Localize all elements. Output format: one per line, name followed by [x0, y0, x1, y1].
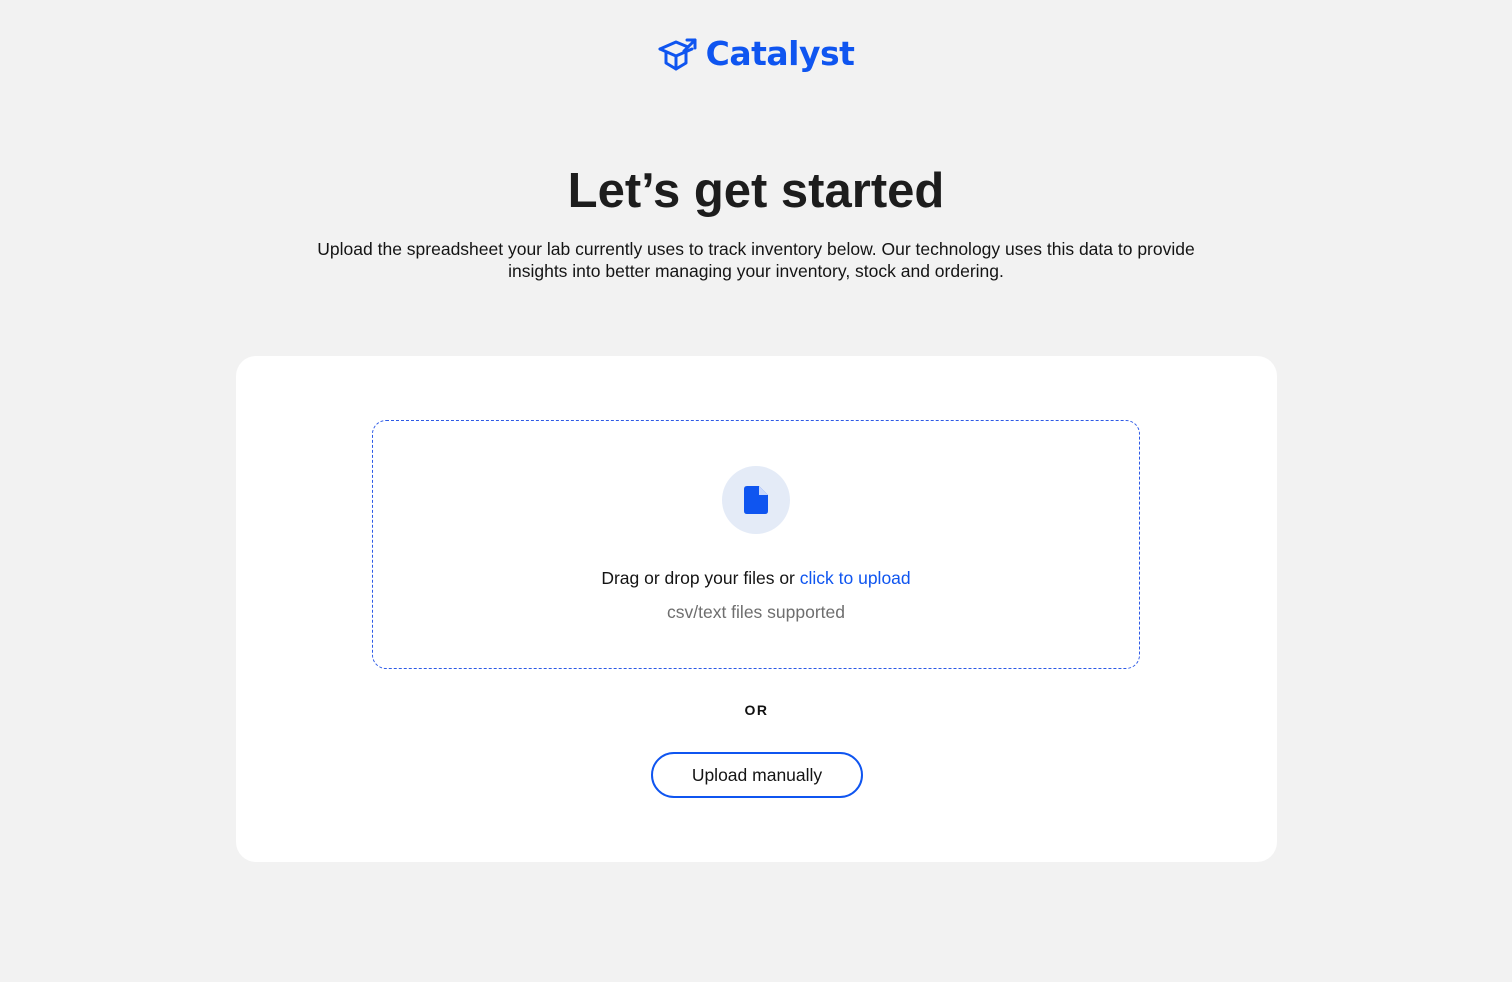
drop-prompt: Drag or drop your files or	[601, 568, 800, 588]
upload-manually-button[interactable]: Upload manually	[651, 752, 863, 798]
upload-card: Drag or drop your files or click to uplo…	[236, 356, 1277, 862]
click-to-upload-link[interactable]: click to upload	[800, 568, 911, 588]
brand-logo: Catalyst	[0, 34, 1512, 74]
graduation-cap-box-icon	[658, 38, 697, 71]
or-divider: OR	[744, 702, 769, 718]
page-title: Let’s get started	[567, 164, 945, 218]
file-dropzone[interactable]: Drag or drop your files or click to uplo…	[372, 420, 1140, 669]
drop-instructions: Drag or drop your files or click to uplo…	[373, 567, 1139, 589]
file-icon	[744, 486, 768, 514]
intro-text: Upload the spreadsheet your lab currentl…	[317, 239, 1195, 281]
brand-name: Catalyst	[705, 34, 855, 73]
supported-formats-hint: csv/text files supported	[667, 602, 845, 622]
file-icon-badge	[722, 466, 790, 534]
